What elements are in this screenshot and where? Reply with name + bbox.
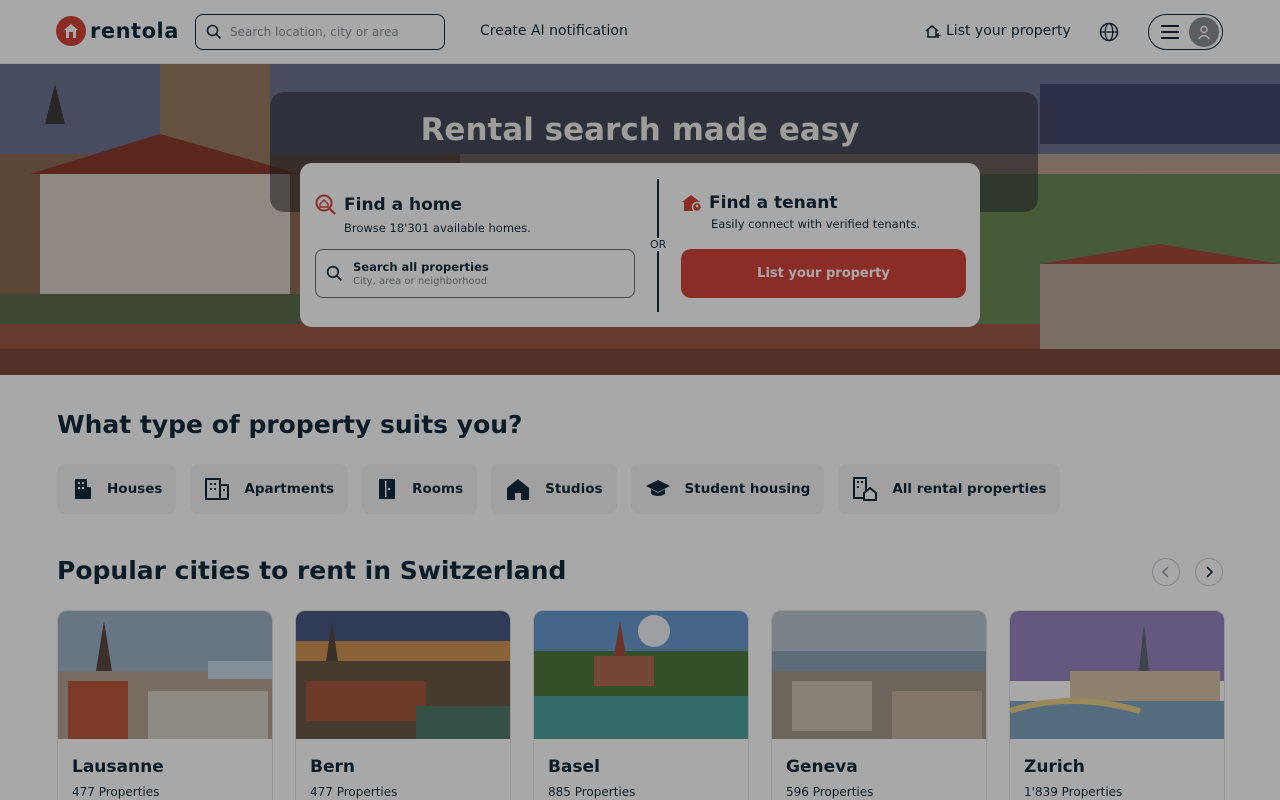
find-tenant-title: Find a tenant [709, 193, 838, 213]
city-property-count: 885 Properties [548, 785, 636, 799]
city-name: Basel [548, 757, 600, 777]
search-field-placeholder: City, area or neighborhood [353, 276, 488, 287]
type-label: Rooms [412, 481, 464, 497]
carousel-prev-button[interactable] [1152, 558, 1180, 586]
apartment-icon [205, 478, 230, 500]
type-label: Apartments [244, 481, 335, 497]
hero-title: Rental search made easy [420, 112, 860, 148]
type-chip-apartments[interactable]: Apartments [190, 464, 349, 514]
city-card-lausanne[interactable]: Lausanne 477 Properties [57, 610, 273, 800]
city-photo [772, 611, 986, 739]
find-tenant-block: Find a tenant Easily connect with verifi… [681, 193, 920, 231]
buildings-home-icon [853, 477, 878, 501]
type-label: Houses [107, 481, 163, 497]
location-search-input[interactable] [230, 25, 430, 39]
search-icon [326, 265, 343, 282]
logo-text: rentola [90, 19, 179, 43]
home-icon [507, 479, 530, 500]
type-chip-all-rental-properties[interactable]: All rental properties [838, 464, 1061, 514]
list-your-property-button[interactable]: List your property [681, 249, 966, 298]
city-name: Lausanne [72, 757, 164, 777]
or-label: OR [648, 238, 669, 251]
find-home-subtitle: Browse 18'301 available homes. [344, 221, 531, 235]
house-plus-icon [925, 25, 941, 38]
search-all-properties-field[interactable]: Search all properties City, area or neig… [315, 249, 635, 298]
city-name: Geneva [786, 757, 858, 777]
property-type-list: Houses Apartments Rooms Studios Student … [57, 464, 1061, 514]
city-property-count: 477 Properties [310, 785, 398, 799]
type-label: All rental properties [892, 481, 1047, 497]
building-icon [75, 479, 91, 499]
top-header: rentola Create AI notification List your… [0, 0, 1280, 64]
search-field-title: Search all properties [353, 260, 489, 274]
hero-section: Rental search made easy Find a home Brow… [0, 64, 1280, 375]
find-home-block: Find a home Browse 18'301 available home… [314, 193, 531, 235]
city-property-count: 477 Properties [72, 785, 160, 799]
carousel-next-button[interactable] [1195, 558, 1223, 586]
find-home-title: Find a home [344, 195, 463, 215]
search-icon [206, 24, 222, 40]
language-globe-icon[interactable] [1099, 22, 1119, 46]
city-name: Bern [310, 757, 355, 777]
type-label: Student housing [684, 481, 811, 497]
graduation-cap-icon [645, 480, 670, 496]
list-property-link[interactable]: List your property [924, 23, 1071, 39]
popular-cities-title: Popular cities to rent in Switzerland [57, 556, 567, 585]
list-property-label: List your property [946, 23, 1071, 39]
property-types-title: What type of property suits you? [57, 410, 523, 439]
city-card-geneva[interactable]: Geneva 596 Properties [771, 610, 987, 800]
type-label: Studios [545, 481, 603, 497]
type-chip-studios[interactable]: Studios [491, 464, 617, 514]
city-photo [1010, 611, 1224, 739]
rentola-logo[interactable]: rentola [56, 16, 179, 46]
city-card-basel[interactable]: Basel 885 Properties [533, 610, 749, 800]
city-property-count: 596 Properties [786, 785, 874, 799]
city-card-bern[interactable]: Bern 477 Properties [295, 610, 511, 800]
create-ai-notification-link[interactable]: Create AI notification [480, 23, 628, 39]
avatar [1189, 17, 1219, 47]
house-tenant-icon [682, 195, 703, 213]
city-property-count: 1'839 Properties [1024, 785, 1123, 799]
city-photo [534, 611, 748, 739]
house-logo-icon [56, 16, 86, 46]
chevron-left-icon [1161, 566, 1169, 578]
city-photo [58, 611, 272, 739]
user-icon [1197, 25, 1211, 40]
city-photo [296, 611, 510, 739]
find-tenant-subtitle: Easily connect with verified tenants. [711, 217, 921, 231]
city-carousel: Lausanne 477 Properties Bern 477 Propert… [57, 610, 1225, 800]
home-search-icon [315, 194, 336, 215]
search-card: Find a home Browse 18'301 available home… [300, 163, 980, 327]
user-menu-button[interactable] [1148, 14, 1223, 50]
chevron-right-icon [1206, 566, 1214, 578]
city-card-zurich[interactable]: Zurich 1'839 Properties [1009, 610, 1225, 800]
hamburger-menu-icon [1161, 25, 1179, 39]
type-chip-houses[interactable]: Houses [57, 464, 177, 514]
door-icon [379, 479, 396, 499]
type-chip-rooms[interactable]: Rooms [362, 464, 478, 514]
city-name: Zurich [1024, 757, 1085, 777]
type-chip-student-housing[interactable]: Student housing [630, 464, 825, 514]
location-search[interactable] [195, 14, 445, 50]
